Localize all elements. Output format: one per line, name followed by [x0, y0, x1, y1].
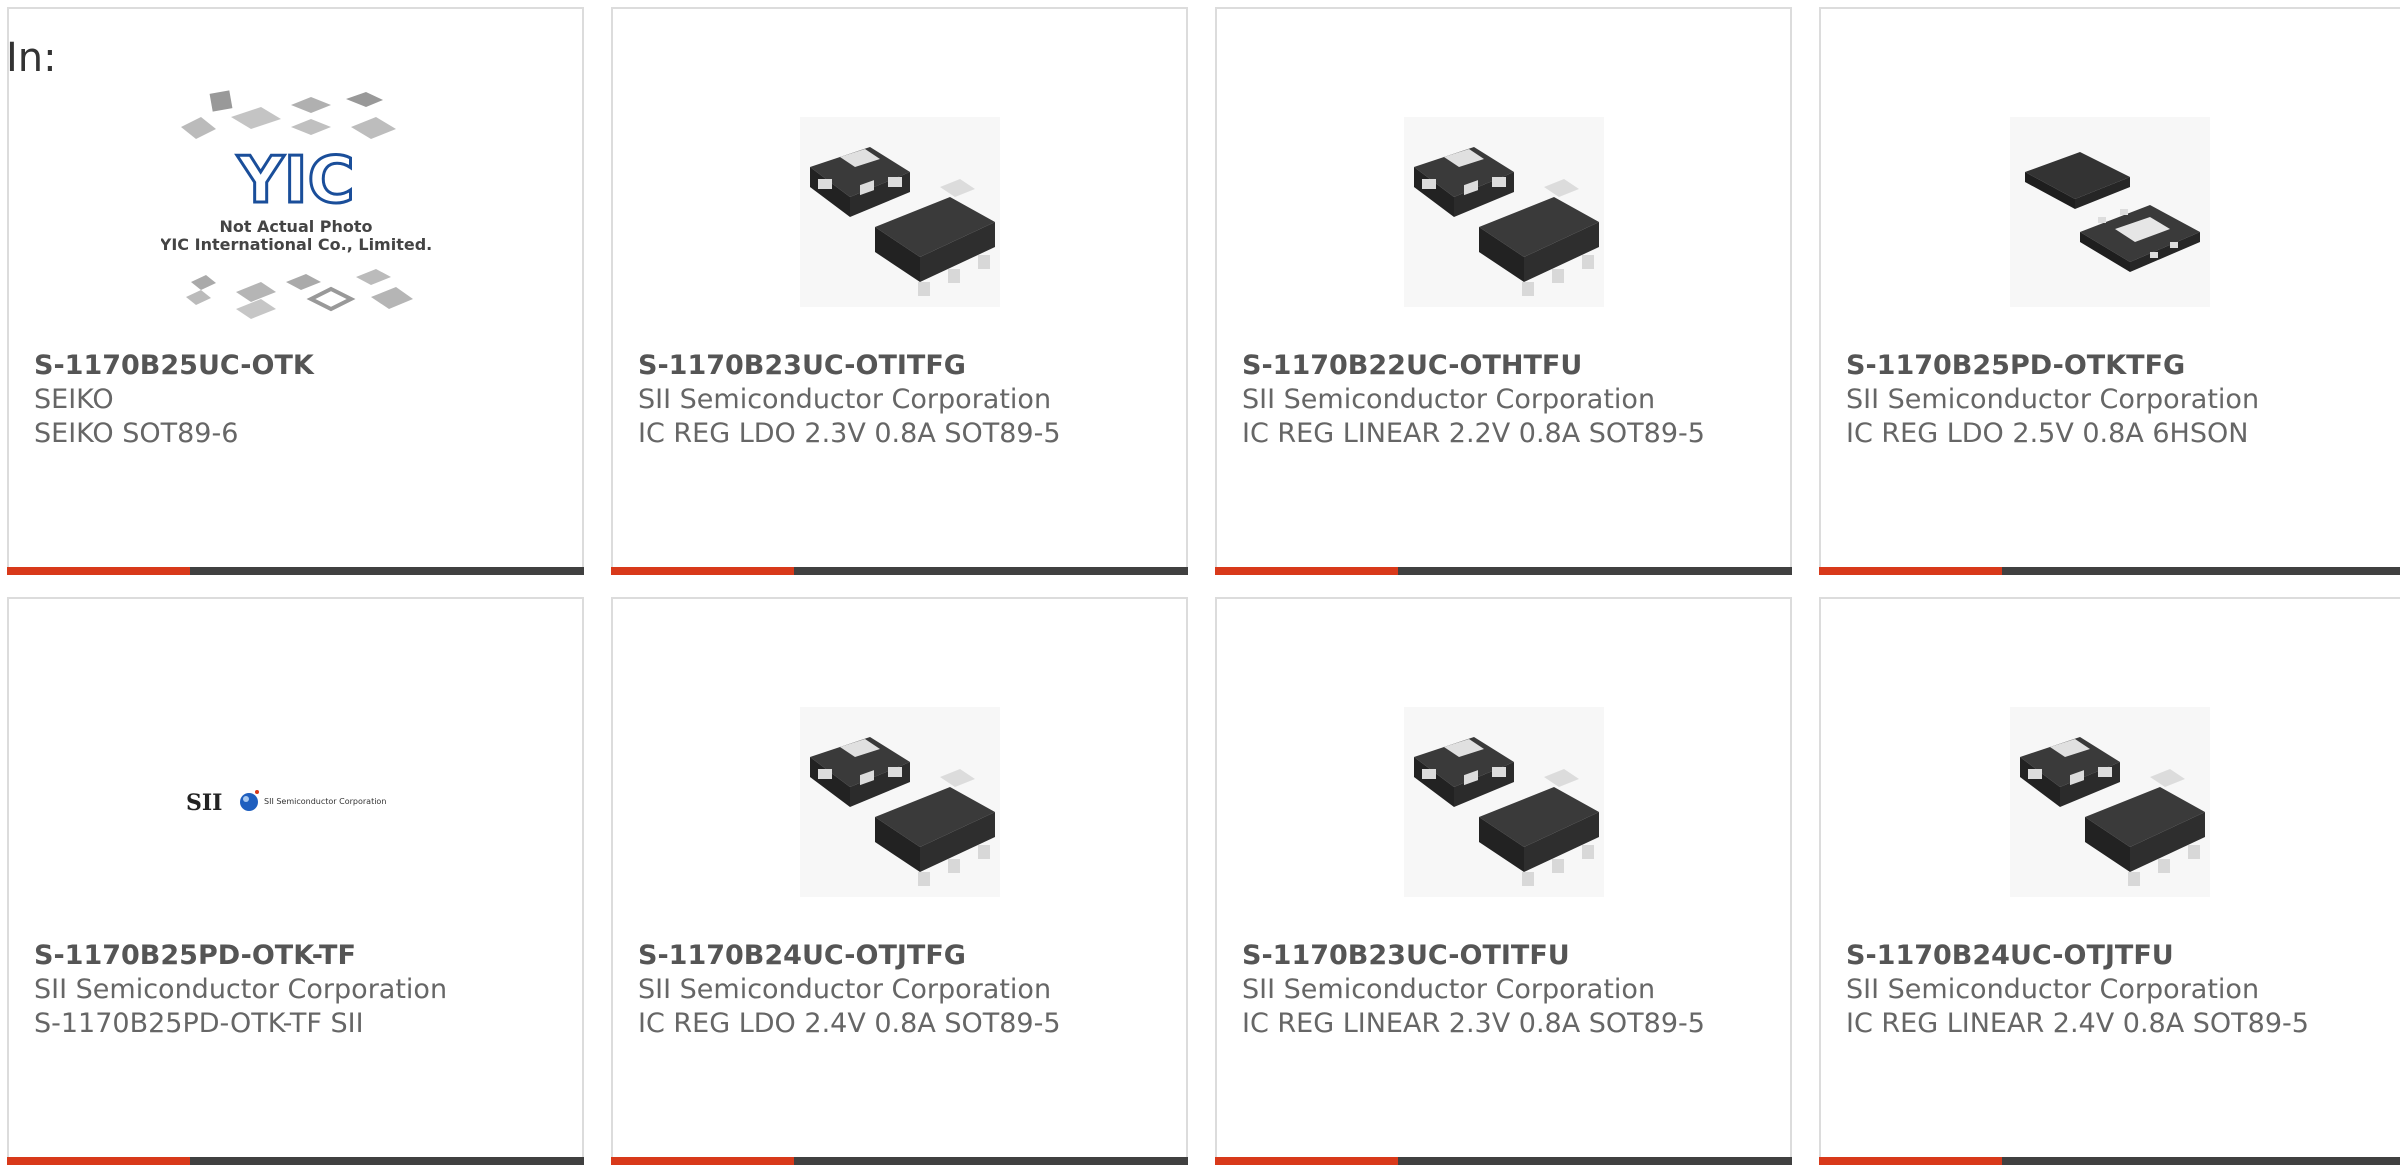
card-bottom-bar — [7, 1157, 584, 1165]
card-bottom-bar — [611, 567, 1188, 575]
manufacturer: SEIKO — [34, 384, 114, 415]
card-accent — [1215, 567, 1398, 575]
description: IC REG LINEAR 2.4V 0.8A SOT89-5 — [1846, 1008, 2309, 1039]
product-card[interactable]: S-1170B24UC-OTJTFG SII Semiconductor Cor… — [611, 597, 1188, 1165]
product-grid: YIC Not Actual Photo YIC International C… — [7, 7, 2400, 1165]
product-image — [1217, 87, 1790, 337]
part-number[interactable]: S-1170B22UC-OTHTFU — [1242, 349, 1712, 383]
part-number[interactable]: S-1170B25UC-OTK — [34, 349, 504, 383]
product-card[interactable]: S-1170B22UC-OTHTFU SII Semiconductor Cor… — [1215, 7, 1792, 575]
sii-logo-text: SII — [186, 790, 222, 816]
card-bottom-bar — [1215, 567, 1792, 575]
card-bottom-bar — [1215, 1157, 1792, 1165]
card-accent — [7, 1157, 190, 1165]
card-accent — [7, 567, 190, 575]
description: IC REG LINEAR 2.3V 0.8A SOT89-5 — [1242, 1008, 1705, 1039]
manufacturer: SII Semiconductor Corporation — [1846, 974, 2260, 1005]
product-image — [1821, 87, 2398, 337]
sii-logo-subtext: SII Semiconductor Corporation — [264, 797, 386, 806]
sot89-package-image — [1403, 117, 1604, 307]
product-card[interactable]: SII SII Semiconductor Corporation S-1170… — [7, 597, 584, 1165]
manufacturer: SII Semiconductor Corporation — [638, 974, 1052, 1005]
manufacturer: SII Semiconductor Corporation — [638, 384, 1052, 415]
part-number[interactable]: S-1170B24UC-OTJTFG — [638, 939, 1108, 973]
product-card[interactable]: S-1170B23UC-OTITFU SII Semiconductor Cor… — [1215, 597, 1792, 1165]
yic-placeholder-image: YIC Not Actual Photo YIC International C… — [161, 90, 431, 319]
product-card[interactable]: S-1170B24UC-OTJTFU SII Semiconductor Cor… — [1819, 597, 2400, 1165]
manufacturer: SII Semiconductor Corporation — [1846, 384, 2260, 415]
hson-package-image — [2009, 117, 2210, 307]
sot89-package-image — [799, 707, 1000, 897]
part-number[interactable]: S-1170B23UC-OTITFG — [638, 349, 1108, 383]
part-number[interactable]: S-1170B25PD-OTK-TF — [34, 939, 504, 973]
description: IC REG LDO 2.4V 0.8A SOT89-5 — [638, 1008, 1061, 1039]
card-accent — [611, 1157, 794, 1165]
sii-logo-image: SII SII Semiconductor Corporation — [186, 790, 386, 816]
product-image — [1821, 677, 2398, 927]
part-number[interactable]: S-1170B23UC-OTITFU — [1242, 939, 1712, 973]
card-accent — [1819, 567, 2002, 575]
product-image: YIC Not Actual Photo YIC International C… — [9, 87, 582, 337]
card-bottom-bar — [1819, 1157, 2400, 1165]
part-number[interactable]: S-1170B25PD-OTKTFG — [1846, 349, 2316, 383]
description: IC REG LDO 2.3V 0.8A SOT89-5 — [638, 418, 1061, 449]
card-bottom-bar — [7, 567, 584, 575]
product-card[interactable]: S-1170B23UC-OTITFG SII Semiconductor Cor… — [611, 7, 1188, 575]
manufacturer: SII Semiconductor Corporation — [34, 974, 448, 1005]
part-number[interactable]: S-1170B24UC-OTJTFU — [1846, 939, 2316, 973]
image-caption-2: YIC International Co., Limited. — [161, 235, 431, 254]
description: S-1170B25PD-OTK-TF SII — [34, 1008, 364, 1039]
manufacturer: SII Semiconductor Corporation — [1242, 974, 1656, 1005]
card-bottom-bar — [611, 1157, 1188, 1165]
product-card[interactable]: YIC Not Actual Photo YIC International C… — [7, 7, 584, 575]
card-accent — [1819, 1157, 2002, 1165]
sot89-package-image — [1403, 707, 1604, 897]
card-accent — [611, 567, 794, 575]
product-image — [613, 677, 1186, 927]
card-accent — [1215, 1157, 1398, 1165]
product-image: SII SII Semiconductor Corporation — [9, 677, 582, 927]
filter-label: In: — [6, 35, 57, 81]
description: SEIKO SOT89-6 — [34, 418, 239, 449]
card-bottom-bar — [1819, 567, 2400, 575]
image-caption-1: Not Actual Photo — [219, 217, 372, 236]
sot89-package-image — [2009, 707, 2210, 897]
manufacturer: SII Semiconductor Corporation — [1242, 384, 1656, 415]
product-card[interactable]: S-1170B25PD-OTKTFG SII Semiconductor Cor… — [1819, 7, 2400, 575]
description: IC REG LDO 2.5V 0.8A 6HSON — [1846, 418, 2249, 449]
product-image — [1217, 677, 1790, 927]
sot89-package-image — [799, 117, 1000, 307]
svg-text:YIC: YIC — [236, 144, 354, 218]
description: IC REG LINEAR 2.2V 0.8A SOT89-5 — [1242, 418, 1705, 449]
product-image — [613, 87, 1186, 337]
